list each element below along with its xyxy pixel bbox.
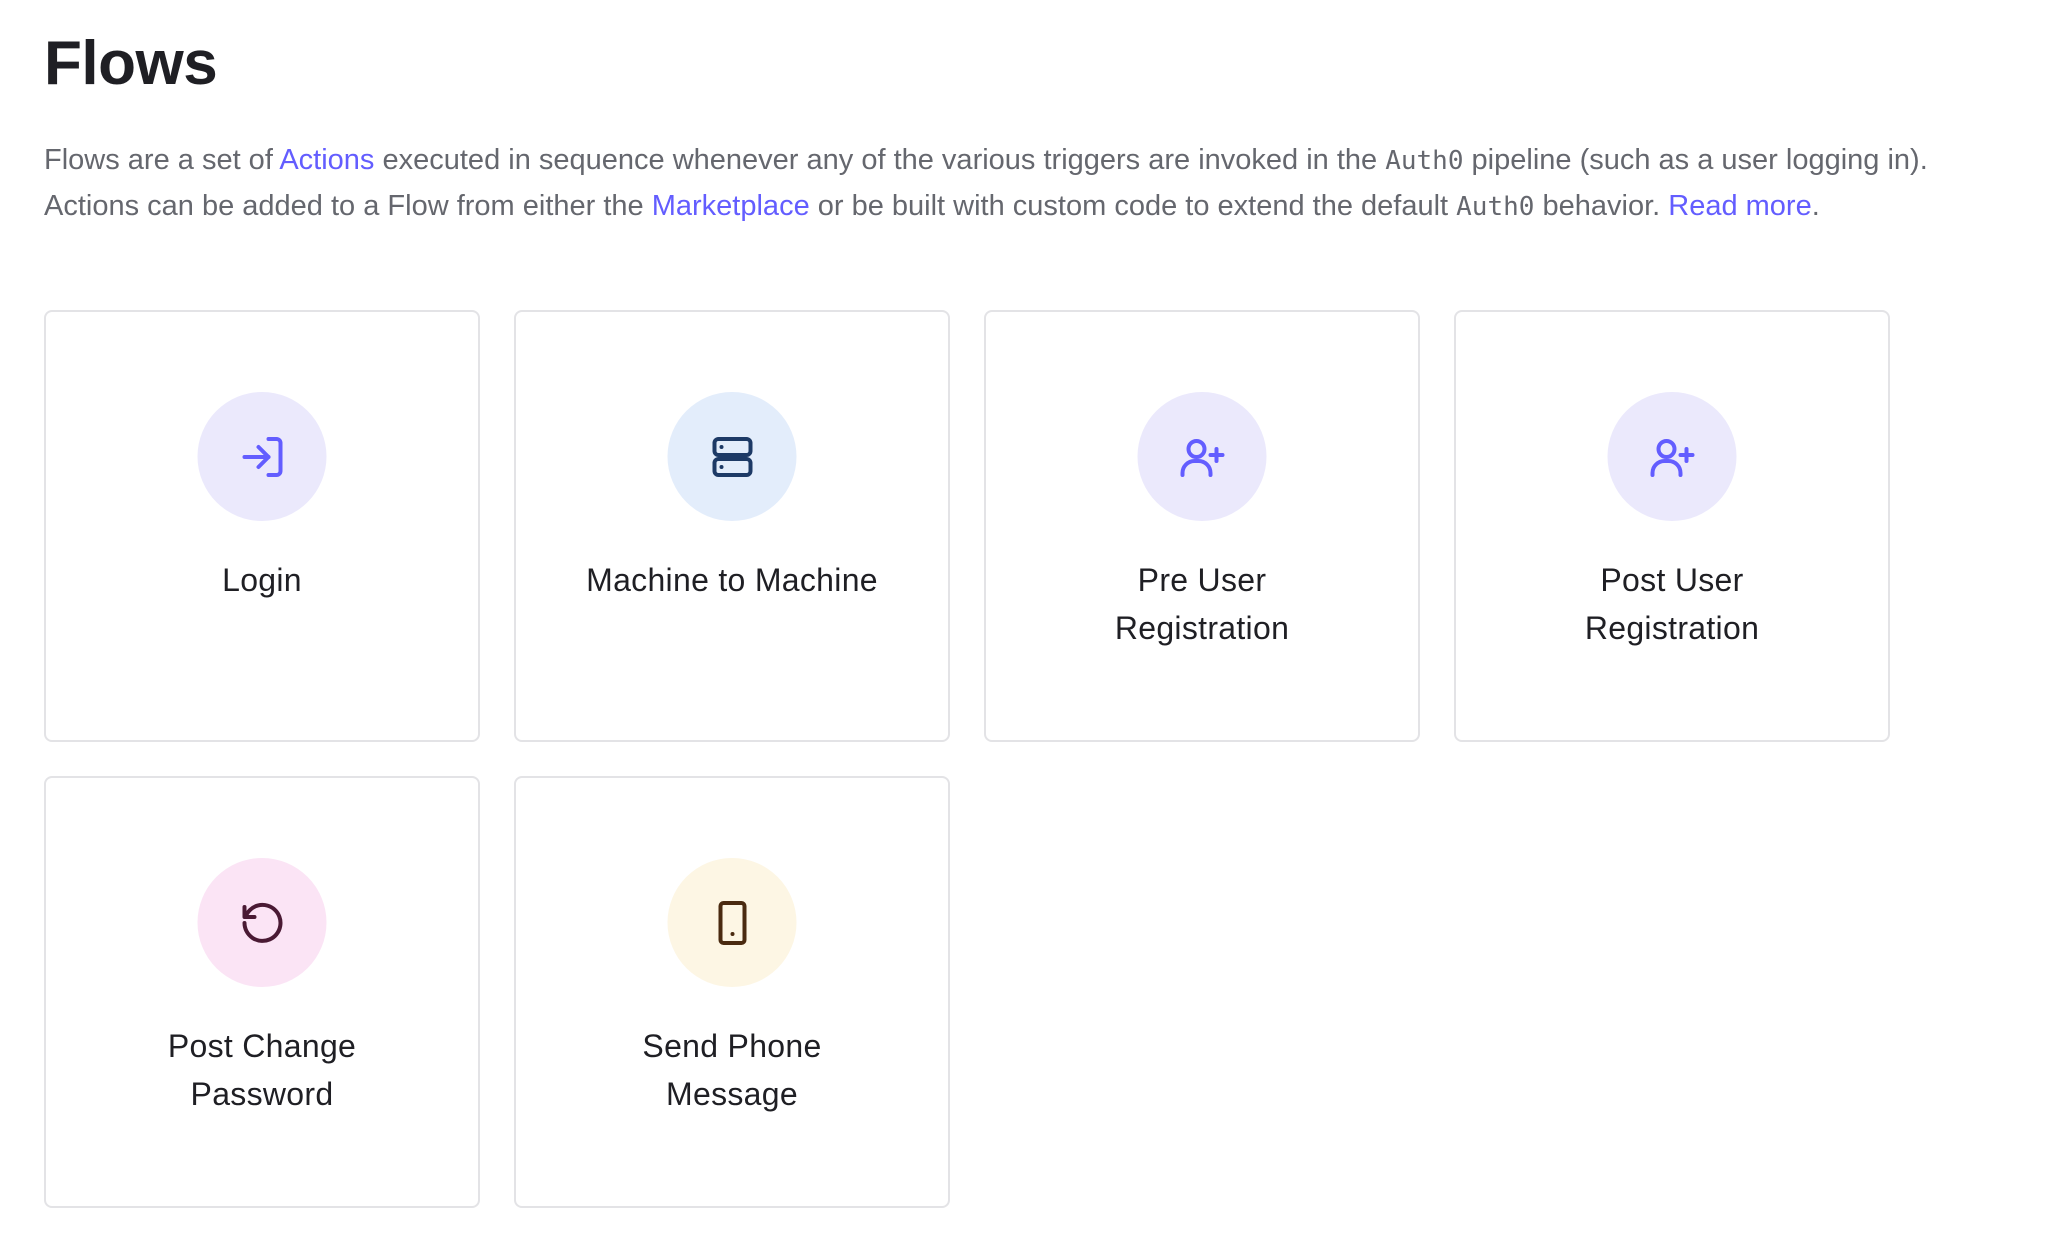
flow-icon-circle <box>1137 392 1267 521</box>
flow-icon-circle <box>667 858 797 987</box>
intro-text-segment: executed in sequence whenever any of the… <box>374 144 1386 176</box>
user-plus-icon <box>1650 438 1694 477</box>
flow-card-login[interactable]: Login <box>44 310 480 742</box>
flow-card-post-user-registration[interactable]: Post User Registration <box>1454 310 1890 742</box>
rotate-ccw-icon <box>242 902 282 943</box>
auth0-term: Auth0 <box>1456 192 1535 222</box>
auth0-term: Auth0 <box>1385 146 1464 176</box>
login-arrow-icon <box>242 436 282 477</box>
intro-text: Flows are a set of Actions executed in s… <box>44 138 2054 230</box>
read-more-link[interactable]: Read more <box>1668 190 1811 222</box>
flow-card-send-phone-message[interactable]: Send Phone Message <box>514 776 950 1208</box>
flow-icon-circle <box>197 392 327 521</box>
marketplace-link[interactable]: Marketplace <box>652 190 810 222</box>
intro-text-segment: . <box>1811 190 1820 222</box>
flow-icon-circle <box>667 392 797 521</box>
intro-text-segment: Flows are a set of <box>44 144 280 176</box>
user-plus-icon <box>1180 438 1224 477</box>
flow-card-label: Login <box>222 562 302 598</box>
intro-text-segment: Actions can be added to a Flow from eith… <box>44 190 652 222</box>
flow-card-label: Pre User Registration <box>1114 562 1290 646</box>
page-title: Flows <box>44 29 218 98</box>
flow-card-label: Machine to Machine <box>586 562 878 598</box>
flow-card-post-change-password[interactable]: Post Change Password <box>44 776 480 1208</box>
flow-card-label: Post Change Password <box>167 1028 357 1112</box>
flow-card-pre-user-registration[interactable]: Pre User Registration <box>984 310 1420 742</box>
flow-card-label: Post User Registration <box>1584 562 1760 646</box>
tablet-icon <box>718 900 746 945</box>
flow-card-label: Send Phone Message <box>642 1028 822 1112</box>
flows-grid: Login Machine to Machine Pre User Regist… <box>44 310 1890 1208</box>
intro-text-segment: pipeline (such as a user logging in). <box>1463 144 1928 176</box>
flow-card-machine-to-machine[interactable]: Machine to Machine <box>514 310 950 742</box>
intro-text-segment: or be built with custom code to extend t… <box>809 190 1457 222</box>
intro-text-segment: behavior. <box>1534 190 1669 222</box>
actions-link[interactable]: Actions <box>279 144 374 176</box>
flow-icon-circle <box>1607 392 1737 521</box>
flow-icon-circle <box>197 858 327 987</box>
server-icon <box>712 436 752 477</box>
